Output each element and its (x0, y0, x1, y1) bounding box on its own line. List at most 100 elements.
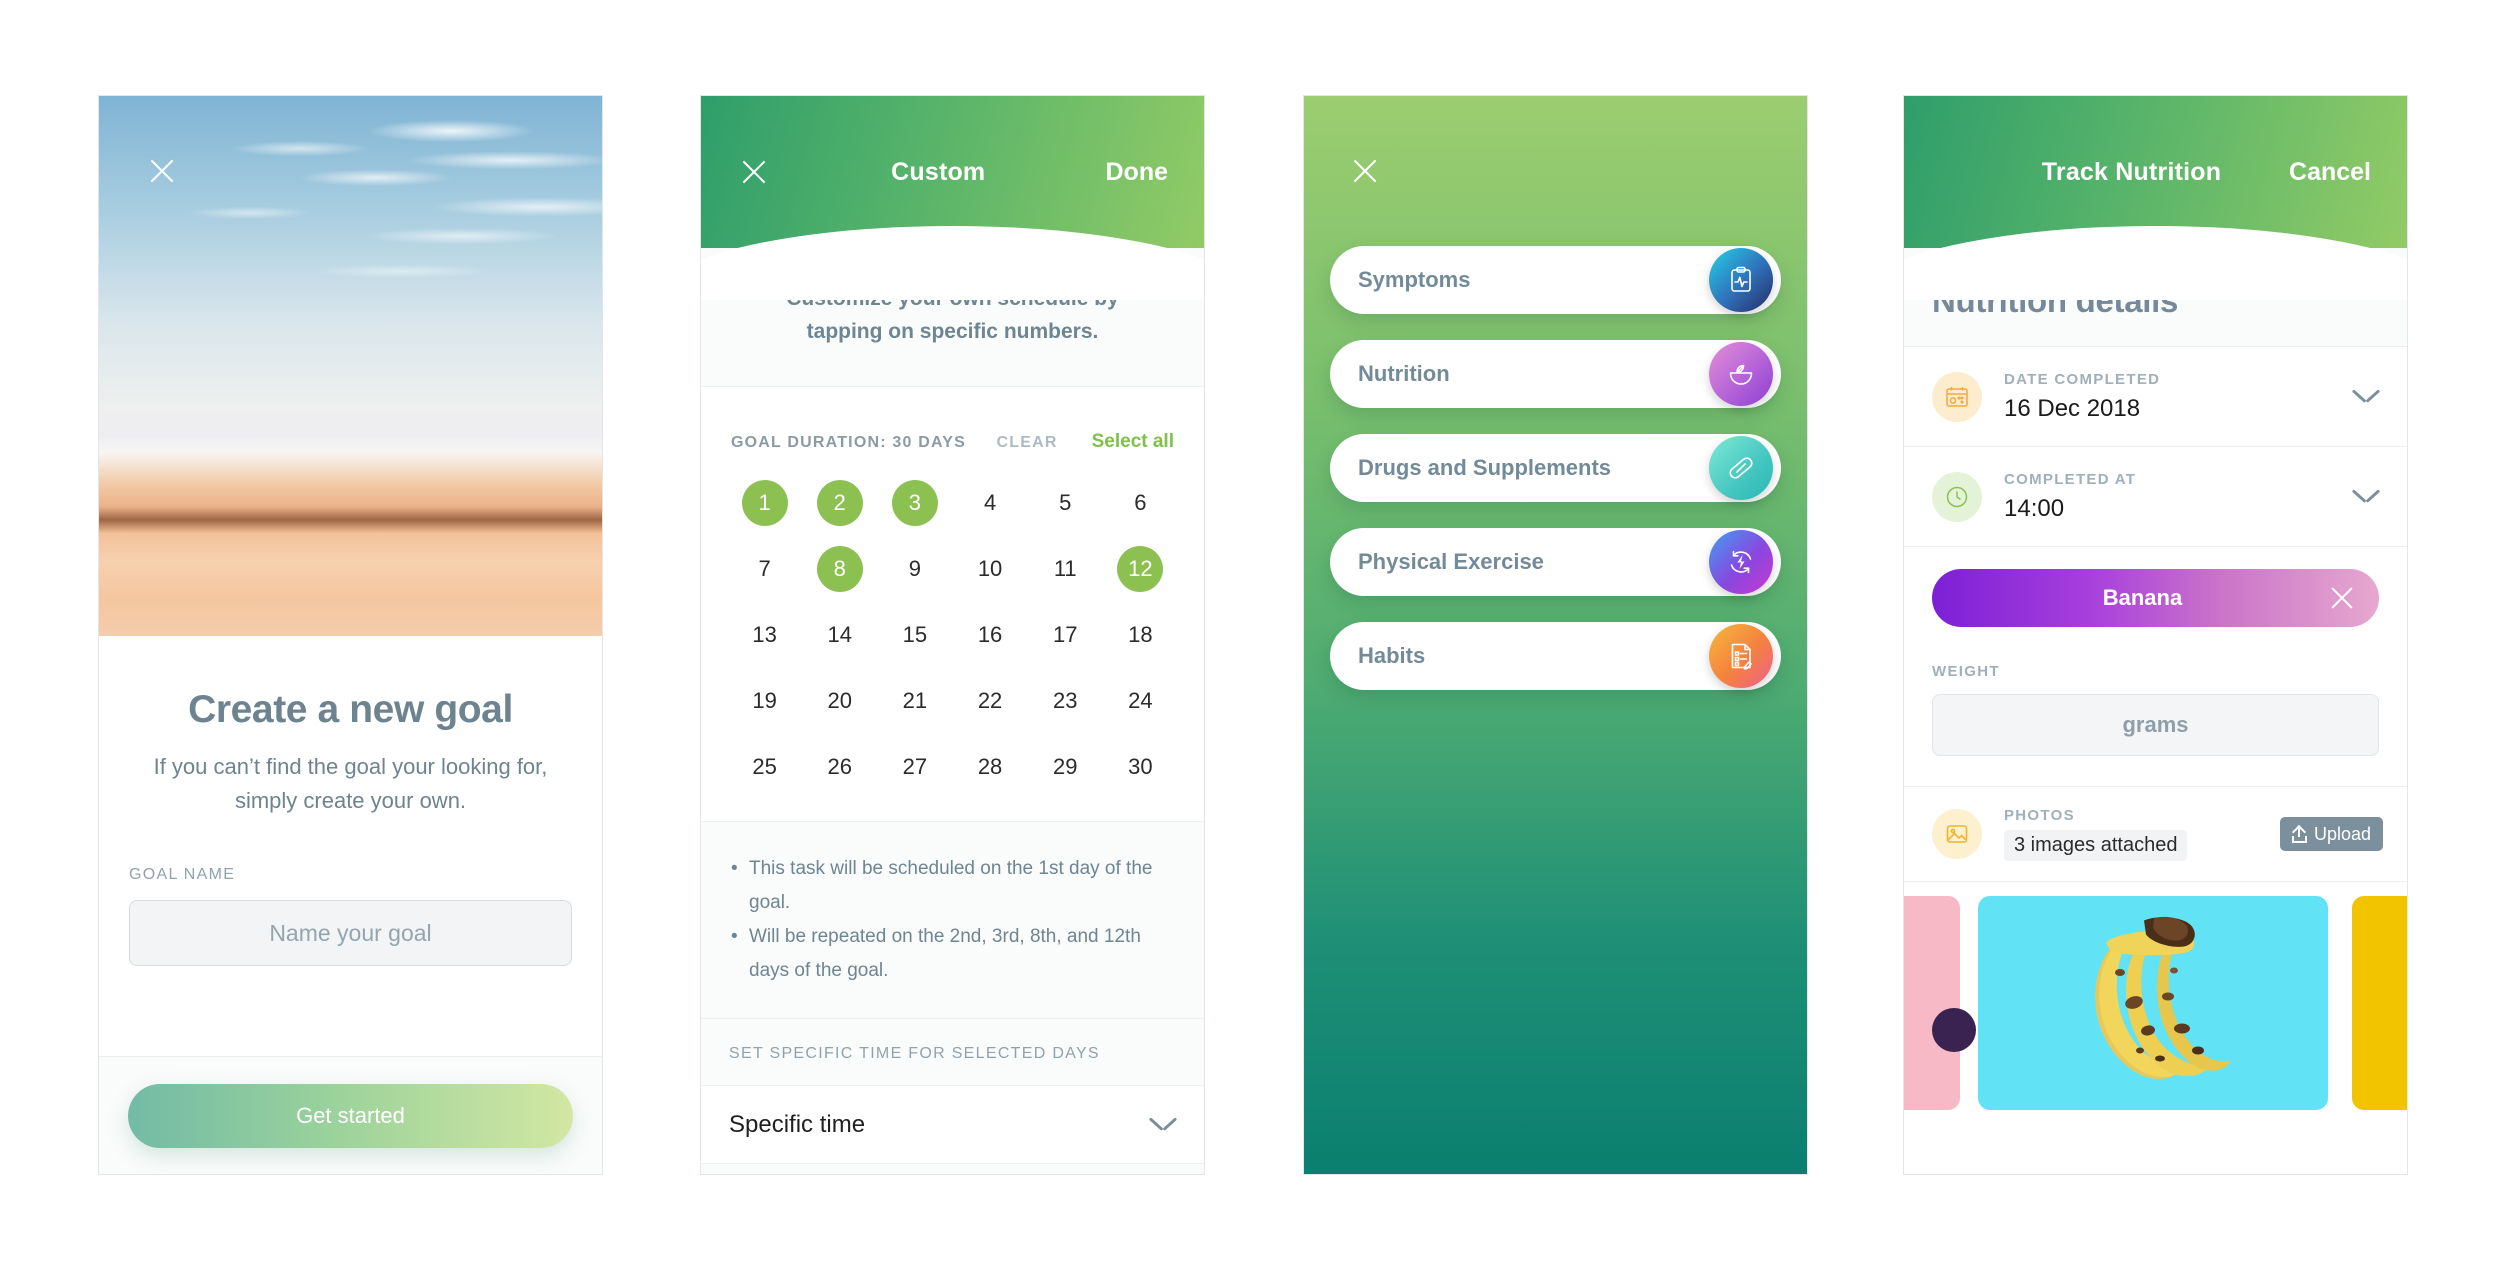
weight-label: WEIGHT (1904, 639, 2407, 680)
day-number: 12 (1117, 546, 1164, 592)
category-label: Habits (1358, 643, 1426, 668)
day-cell-28[interactable]: 28 (952, 739, 1027, 795)
time-section-label: SET SPECIFIC TIME FOR SELECTED DAYS (701, 1019, 1204, 1086)
day-cell-9[interactable]: 9 (877, 541, 952, 597)
category-item-physical-exercise[interactable]: Physical Exercise (1330, 528, 1781, 596)
weight-input[interactable]: grams (1932, 694, 2379, 756)
nutrition-header: Track Nutrition Cancel (1904, 96, 2407, 300)
get-started-button[interactable]: Get started (128, 1083, 573, 1148)
day-cell-3[interactable]: 3 (877, 475, 952, 531)
goal-name-label: GOAL NAME (129, 866, 236, 883)
create-goal-footer: Get started (99, 1056, 602, 1174)
day-cell-2[interactable]: 2 (802, 475, 877, 531)
carousel-slide-yellow[interactable] (2352, 896, 2407, 1110)
specific-time-value: Specific time (729, 1110, 866, 1138)
day-cell-1[interactable]: 1 (727, 475, 802, 531)
goal-name-input[interactable]: Name your goal (129, 900, 572, 966)
day-number: 7 (758, 556, 771, 581)
day-cell-30[interactable]: 30 (1103, 739, 1178, 795)
carousel-slide-banana[interactable] (1978, 896, 2328, 1110)
day-cell-8[interactable]: 8 (802, 541, 877, 597)
day-cell-11[interactable]: 11 (1028, 541, 1103, 597)
page-subtitle: If you can’t find the goal your looking … (153, 754, 548, 813)
banana-photo (2095, 916, 2231, 1080)
food-tag-label: Banana (2102, 585, 2183, 610)
day-cell-23[interactable]: 23 (1028, 673, 1103, 729)
day-cell-24[interactable]: 24 (1103, 673, 1178, 729)
day-cell-18[interactable]: 18 (1103, 607, 1178, 663)
category-item-habits[interactable]: Habits (1330, 622, 1781, 690)
cancel-button[interactable]: Cancel (2289, 158, 2371, 187)
photos-field: PHOTOS 3 images attached (2004, 807, 2280, 861)
goal-name-placeholder: Name your goal (269, 919, 432, 946)
day-number: 18 (1128, 622, 1153, 647)
chevron-down-icon[interactable] (2353, 489, 2379, 504)
close-icon[interactable] (737, 155, 771, 189)
day-number: 4 (983, 490, 997, 515)
day-cell-22[interactable]: 22 (952, 673, 1027, 729)
day-cell-17[interactable]: 17 (1028, 607, 1103, 663)
category-item-symptoms[interactable]: Symptoms (1330, 246, 1781, 314)
completed-at-row[interactable]: COMPLETED AT 14:00 (1904, 447, 2407, 547)
food-tag[interactable]: Banana (1932, 569, 2379, 627)
lightning-refresh-icon (1709, 530, 1773, 594)
day-cell-7[interactable]: 7 (727, 541, 802, 597)
screen-create-new-goal: Create a new goal If you can’t find the … (98, 95, 603, 1175)
clipboard-pulse-icon (1709, 248, 1773, 312)
day-cell-13[interactable]: 13 (727, 607, 802, 663)
select-all-button[interactable]: Select all (1092, 431, 1174, 453)
category-item-drugs-and-supplements[interactable]: Drugs and Supplements (1330, 434, 1781, 502)
carousel-slide-pink[interactable] (1904, 896, 1976, 1110)
day-cell-14[interactable]: 14 (802, 607, 877, 663)
custom-header-row: Custom Done (701, 152, 1204, 192)
bottom-spacer (701, 1164, 1204, 1174)
done-button[interactable]: Done (1106, 158, 1169, 187)
image-icon (1932, 809, 1982, 859)
day-cell-25[interactable]: 25 (727, 739, 802, 795)
close-icon[interactable] (145, 154, 179, 188)
category-label: Symptoms (1358, 267, 1471, 292)
day-grid: 1 2 3 4 5 6 7 8 9 10 11 12 13 14 15 16 17 18 19 20 21 22 23 24 2… (701, 469, 1204, 821)
clear-button[interactable]: CLEAR (997, 434, 1058, 452)
day-cell-26[interactable]: 26 (802, 739, 877, 795)
day-cell-15[interactable]: 15 (877, 607, 952, 663)
day-cell-10[interactable]: 10 (952, 541, 1027, 597)
day-number: 23 (1052, 688, 1078, 713)
upload-button[interactable]: Upload (2279, 817, 2383, 851)
screenshot-canvas: Create a new goal If you can’t find the … (0, 0, 2498, 1276)
day-cell-4[interactable]: 4 (952, 475, 1027, 531)
sky-clouds (99, 96, 602, 388)
pill-capsule-icon (1709, 436, 1773, 500)
field-caption: DATE COMPLETED (2004, 370, 2161, 388)
category-list: Symptoms Nutrition Drugs and Supplements Ph… (1304, 246, 1807, 716)
duration-row: GOAL DURATION: 30 DAYS CLEAR Select all (701, 387, 1204, 469)
day-number: 24 (1128, 688, 1153, 713)
category-item-nutrition[interactable]: Nutrition (1330, 340, 1781, 408)
day-cell-20[interactable]: 20 (802, 673, 877, 729)
day-number: 30 (1128, 754, 1153, 779)
day-cell-21[interactable]: 21 (877, 673, 952, 729)
day-cell-6[interactable]: 6 (1103, 475, 1178, 531)
food-tag-wrap: Banana (1904, 547, 2407, 639)
header-title: Custom (891, 157, 986, 186)
day-cell-16[interactable]: 16 (952, 607, 1027, 663)
close-icon[interactable] (2327, 583, 2357, 613)
date-completed-row[interactable]: DATE COMPLETED 16 Dec 2018 (1904, 347, 2407, 447)
day-cell-5[interactable]: 5 (1028, 475, 1103, 531)
day-cell-29[interactable]: 29 (1028, 739, 1103, 795)
day-number: 2 (816, 480, 863, 526)
close-icon[interactable] (1348, 154, 1382, 188)
category-label: Drugs and Supplements (1358, 455, 1612, 480)
day-cell-12[interactable]: 12 (1103, 541, 1178, 597)
day-cell-19[interactable]: 19 (727, 673, 802, 729)
screen-category-picker: Symptoms Nutrition Drugs and Supplements Ph… (1303, 95, 1808, 1175)
chevron-down-icon[interactable] (2353, 389, 2379, 404)
day-cell-27[interactable]: 27 (877, 739, 952, 795)
photo-carousel[interactable] (1904, 882, 2407, 1112)
category-label: Physical Exercise (1358, 549, 1544, 574)
field-caption: COMPLETED AT (2004, 470, 2137, 488)
day-number: 28 (977, 754, 1003, 779)
specific-time-select[interactable]: Specific time (701, 1086, 1204, 1164)
field-value: 16 Dec 2018 (2004, 394, 2141, 422)
day-number: 15 (902, 622, 928, 647)
